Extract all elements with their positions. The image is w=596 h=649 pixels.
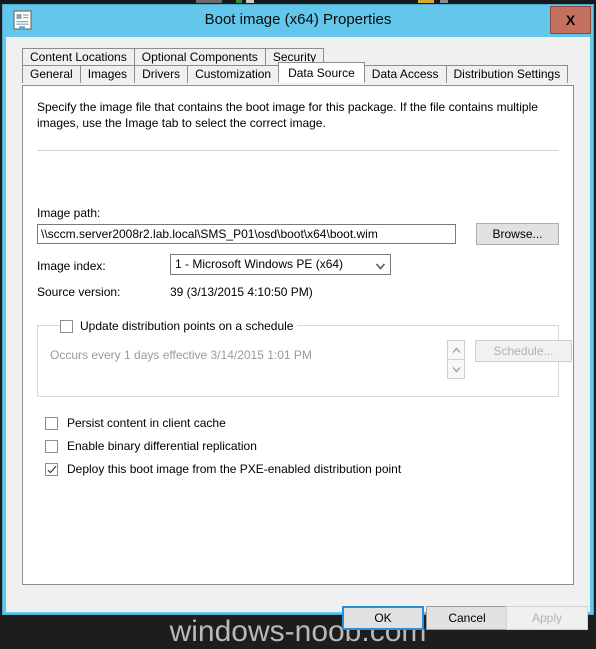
- update-schedule-checkbox-label: Update distribution points on a schedule: [80, 319, 294, 333]
- tab-optional-components[interactable]: Optional Components: [133, 48, 266, 66]
- source-version-label: Source version:: [37, 285, 121, 299]
- pxe-deploy-checkbox-row[interactable]: Deploy this boot image from the PXE-enab…: [45, 462, 401, 476]
- schedule-spinner[interactable]: [447, 340, 465, 380]
- schedule-button[interactable]: Schedule...: [475, 340, 572, 362]
- spinner-up-icon[interactable]: [447, 340, 465, 360]
- properties-dialog-window: Boot image (x64) Properties X Content Lo…: [2, 4, 594, 648]
- image-index-dropdown[interactable]: 1 - Microsoft Windows PE (x64): [170, 254, 391, 275]
- close-icon[interactable]: X: [550, 6, 591, 34]
- image-path-label: Image path:: [37, 206, 101, 220]
- tab-distribution-settings[interactable]: Distribution Settings: [445, 65, 569, 83]
- persist-content-checkbox-row[interactable]: Persist content in client cache: [45, 416, 226, 430]
- tab-customization[interactable]: Customization: [187, 65, 280, 83]
- update-schedule-groupbox: Update distribution points on a schedule…: [37, 318, 572, 397]
- schedule-occurrence-text: Occurs every 1 days effective 3/14/2015 …: [50, 348, 312, 362]
- chevron-down-icon: [375, 260, 386, 270]
- pxe-deploy-checkbox[interactable]: [45, 462, 58, 476]
- image-path-input[interactable]: [37, 224, 456, 244]
- section-divider: [37, 150, 559, 151]
- title-bar: Boot image (x64) Properties X: [3, 5, 593, 37]
- tab-general[interactable]: General: [22, 65, 81, 83]
- source-version-value: 39 (3/13/2015 4:10:50 PM): [170, 285, 313, 299]
- image-index-value: 1 - Microsoft Windows PE (x64): [175, 257, 344, 271]
- tab-drivers[interactable]: Drivers: [134, 65, 189, 83]
- tab-images[interactable]: Images: [79, 65, 136, 83]
- persist-content-label: Persist content in client cache: [67, 416, 226, 430]
- update-schedule-checkbox[interactable]: [60, 319, 73, 333]
- tab-row-lower: General Images Drivers Customization Dat…: [22, 62, 569, 83]
- binary-differential-checkbox[interactable]: [45, 439, 58, 453]
- persist-content-checkbox[interactable]: [45, 416, 58, 430]
- tab-strip: Content Locations Optional Components Se…: [22, 48, 574, 83]
- pxe-deploy-label: Deploy this boot image from the PXE-enab…: [67, 462, 402, 476]
- dialog-client-area: Content Locations Optional Components Se…: [6, 37, 590, 648]
- tab-page-data-source: Specify the image file that contains the…: [22, 85, 574, 585]
- spinner-down-icon[interactable]: [447, 359, 465, 379]
- tab-data-source[interactable]: Data Source: [278, 62, 365, 83]
- cancel-button[interactable]: Cancel: [426, 606, 508, 630]
- tab-data-access[interactable]: Data Access: [363, 65, 447, 83]
- tab-content-locations[interactable]: Content Locations: [22, 48, 135, 66]
- image-index-label: Image index:: [37, 259, 106, 273]
- page-description: Specify the image file that contains the…: [37, 100, 538, 130]
- ok-button[interactable]: OK: [342, 606, 424, 630]
- apply-button[interactable]: Apply: [506, 606, 588, 630]
- binary-differential-label: Enable binary differential replication: [67, 439, 257, 453]
- binary-differential-checkbox-row[interactable]: Enable binary differential replication: [45, 439, 257, 453]
- browse-button[interactable]: Browse...: [476, 223, 559, 245]
- update-schedule-checkbox-row[interactable]: Update distribution points on a schedule: [60, 318, 298, 334]
- window-title: Boot image (x64) Properties: [204, 11, 392, 28]
